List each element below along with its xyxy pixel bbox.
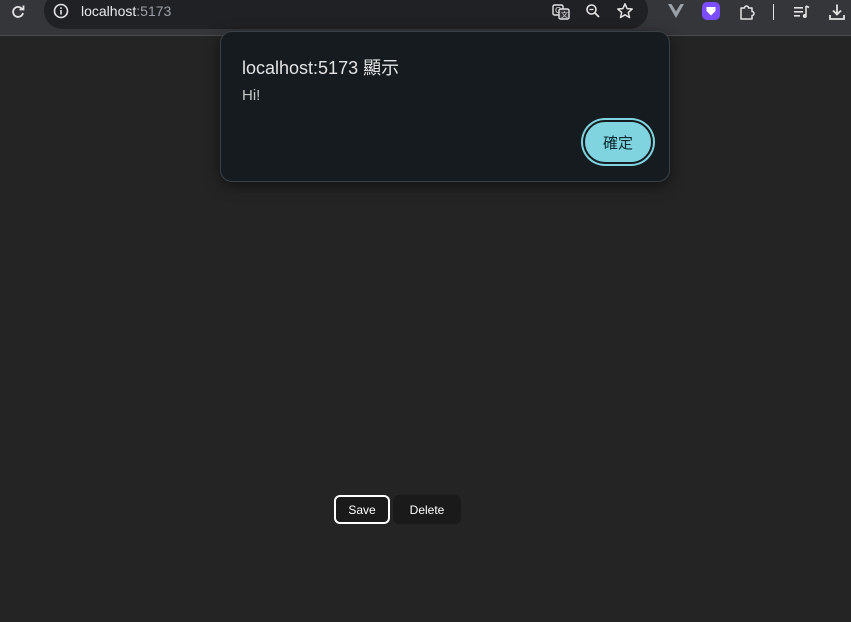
translate-icon[interactable]: G 文	[551, 2, 571, 22]
url-port: :5173	[136, 3, 172, 19]
delete-button[interactable]: Delete	[393, 495, 461, 524]
download-icon[interactable]	[827, 2, 847, 22]
puzzle-icon[interactable]	[737, 2, 757, 22]
star-icon[interactable]	[615, 1, 635, 21]
site-info-icon[interactable]	[52, 2, 70, 20]
save-button[interactable]: Save	[334, 495, 390, 524]
url-text[interactable]: localhost:5173	[81, 3, 171, 19]
toolbar-divider	[773, 4, 774, 20]
reading-list-icon[interactable]	[792, 2, 812, 22]
vue-devtools-icon[interactable]	[666, 2, 686, 20]
purple-extension-icon[interactable]	[702, 2, 720, 20]
alert-dialog: localhost:5173 顯示 Hi! 確定	[220, 31, 670, 182]
url-host: localhost	[81, 3, 137, 19]
dialog-message: Hi!	[242, 87, 261, 104]
reload-icon[interactable]	[8, 2, 28, 22]
ok-button[interactable]: 確定	[583, 120, 653, 164]
dialog-title: localhost:5173 顯示	[242, 58, 400, 78]
svg-text:文: 文	[561, 10, 568, 19]
zoom-icon[interactable]	[584, 2, 602, 20]
